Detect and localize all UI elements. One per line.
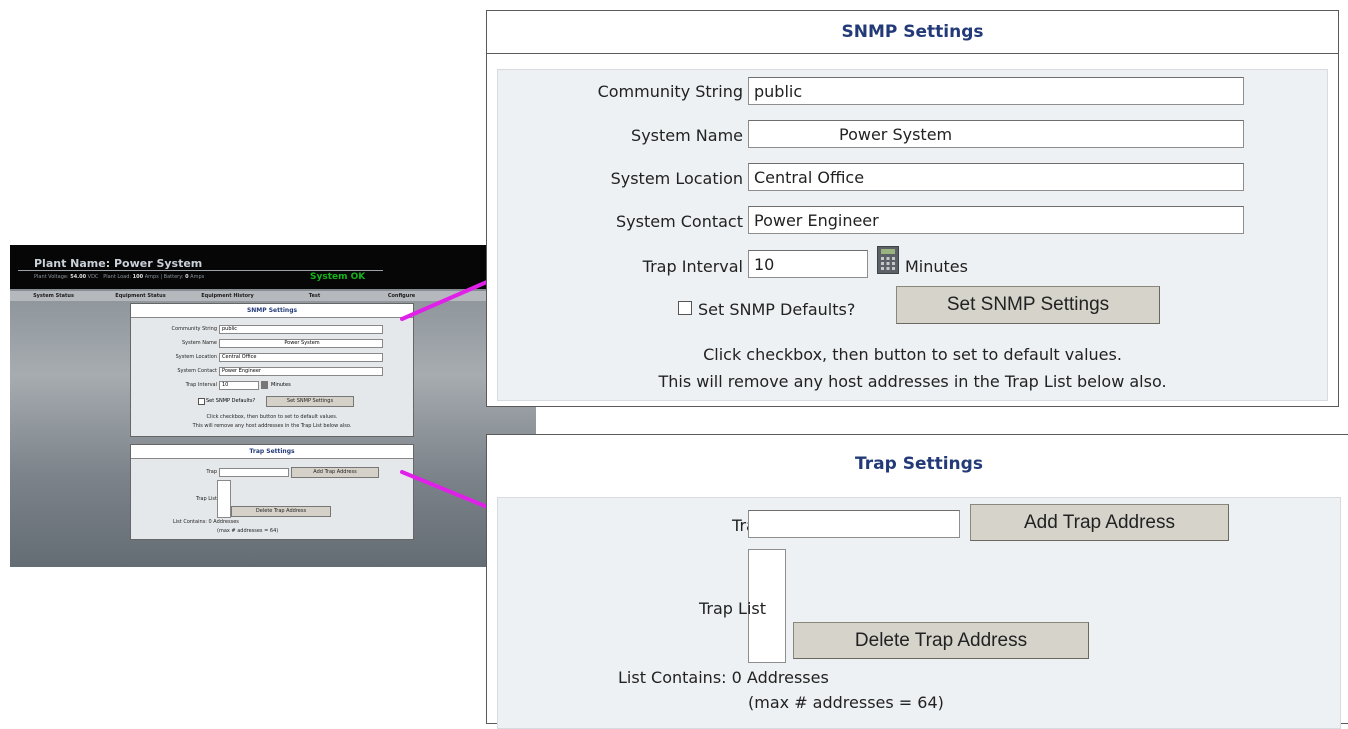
mini-screenshot: Plant Name: Power System Plant Voltage: … xyxy=(10,245,536,567)
system-name-input[interactable] xyxy=(748,120,1244,148)
delete-trap-address-button[interactable]: Delete Trap Address xyxy=(793,622,1089,659)
calculator-icon[interactable] xyxy=(877,246,899,274)
add-trap-address-button[interactable]: Add Trap Address xyxy=(970,504,1229,541)
mini-community-input[interactable]: public xyxy=(219,325,383,334)
mini-location-input[interactable]: Central Office xyxy=(219,353,383,362)
trap-settings-body: Trap Add Trap Address Trap List Delete T… xyxy=(497,497,1341,729)
mini-interval-label: Trap Interval xyxy=(185,382,217,388)
set-defaults-label: Set SNMP Defaults? xyxy=(698,300,856,319)
mini-trap-panel: Trap Settings Trap Add Trap Address Trap… xyxy=(130,444,414,540)
mini-battery-unit: Amps xyxy=(190,274,205,280)
mini-header: Plant Name: Power System Plant Voltage: … xyxy=(10,245,536,289)
mini-snmp-title: SNMP Settings xyxy=(131,304,413,318)
trap-settings-title: Trap Settings xyxy=(487,435,1348,485)
mini-voltage-unit: VDC xyxy=(87,274,99,280)
mini-calculator-icon[interactable] xyxy=(261,381,268,389)
system-contact-label: System Contact xyxy=(616,212,743,231)
community-string-input[interactable] xyxy=(748,77,1244,105)
mini-note-line2: This will remove any host addresses in t… xyxy=(192,423,352,429)
snmp-settings-body: Community String System Name System Loca… xyxy=(497,69,1328,401)
mini-interval-unit: Minutes xyxy=(271,382,291,388)
mini-trap-title: Trap Settings xyxy=(131,445,413,459)
trap-interval-unit: Minutes xyxy=(905,257,968,276)
system-location-input[interactable] xyxy=(748,163,1244,191)
mini-name-input[interactable]: Power System xyxy=(219,339,383,348)
mini-trap-input[interactable] xyxy=(219,468,289,477)
mini-nav-configure[interactable]: Configure xyxy=(358,291,445,301)
mini-status-line: Plant Voltage: 54.00 VDC Plant Load: 100… xyxy=(34,274,205,280)
mini-defaults-checkbox[interactable] xyxy=(198,398,205,405)
trap-settings-panel: Trap Settings Trap Add Trap Address Trap… xyxy=(486,434,1348,729)
mini-delete-trap-button[interactable]: Delete Trap Address xyxy=(231,506,331,517)
mini-snmp-panel: SNMP Settings Community String public Sy… xyxy=(130,303,414,437)
mini-nav-test[interactable]: Test xyxy=(271,291,358,301)
trap-address-input[interactable] xyxy=(748,510,960,538)
mini-load-unit: Amps xyxy=(144,274,159,280)
trap-interval-input[interactable] xyxy=(748,250,868,278)
mini-nav-bar: System Status Equipment Status Equipment… xyxy=(10,291,536,301)
mini-contact-label: System Contact xyxy=(177,368,217,374)
mini-battery-value: 0 xyxy=(185,274,189,280)
mini-system-ok: System OK xyxy=(310,272,366,282)
mini-location-label: System Location xyxy=(175,354,217,360)
mini-voltage-label: Plant Voltage: xyxy=(34,274,69,280)
mini-plant-name: Plant Name: Power System xyxy=(34,257,203,270)
snmp-note-line2: This will remove any host addresses in t… xyxy=(658,372,1167,391)
set-defaults-checkbox[interactable] xyxy=(678,301,692,315)
mini-load-label: Plant Load: xyxy=(103,274,132,280)
snmp-settings-title: SNMP Settings xyxy=(487,11,1338,54)
mini-nav-equipment-status[interactable]: Equipment Status xyxy=(97,291,184,301)
trap-list-label: Trap List xyxy=(698,599,766,618)
system-contact-input[interactable] xyxy=(748,206,1244,234)
community-string-label: Community String xyxy=(597,82,743,101)
mini-community-label: Community String xyxy=(171,326,217,332)
snmp-settings-panel: SNMP Settings Community String System Na… xyxy=(486,10,1339,407)
trap-interval-label: Trap Interval xyxy=(642,257,743,276)
mini-max-addresses: (max # addresses = 64) xyxy=(217,528,279,534)
mini-nav-equipment-history[interactable]: Equipment History xyxy=(184,291,271,301)
system-location-label: System Location xyxy=(610,169,743,188)
mini-add-trap-button[interactable]: Add Trap Address xyxy=(291,467,379,478)
mini-trap-label: Trap xyxy=(206,469,217,475)
system-name-label: System Name xyxy=(631,126,743,145)
set-snmp-settings-button[interactable]: Set SNMP Settings xyxy=(896,286,1160,324)
mini-battery-label: Battery: xyxy=(163,274,184,280)
max-addresses-text: (max # addresses = 64) xyxy=(748,693,944,712)
mini-voltage-value: 54.00 xyxy=(70,274,87,280)
mini-name-label: System Name xyxy=(182,340,217,346)
list-contains-text: List Contains: 0 Addresses xyxy=(618,668,829,687)
mini-nav-system-status[interactable]: System Status xyxy=(10,291,97,301)
mini-set-snmp-button[interactable]: Set SNMP Settings xyxy=(266,396,354,407)
mini-contact-input[interactable]: Power Engineer xyxy=(219,367,383,376)
mini-trap-list-label: Trap List xyxy=(196,496,217,502)
mini-load-value: 100 xyxy=(132,274,144,280)
mini-list-contains: List Contains: 0 Addresses xyxy=(173,519,239,525)
snmp-note-line1: Click checkbox, then button to set to de… xyxy=(703,345,1122,364)
mini-defaults-label: Set SNMP Defaults? xyxy=(206,398,256,404)
mini-interval-input[interactable]: 10 xyxy=(219,381,259,390)
mini-header-rule xyxy=(18,270,383,271)
mini-note-line1: Click checkbox, then button to set to de… xyxy=(206,414,338,420)
